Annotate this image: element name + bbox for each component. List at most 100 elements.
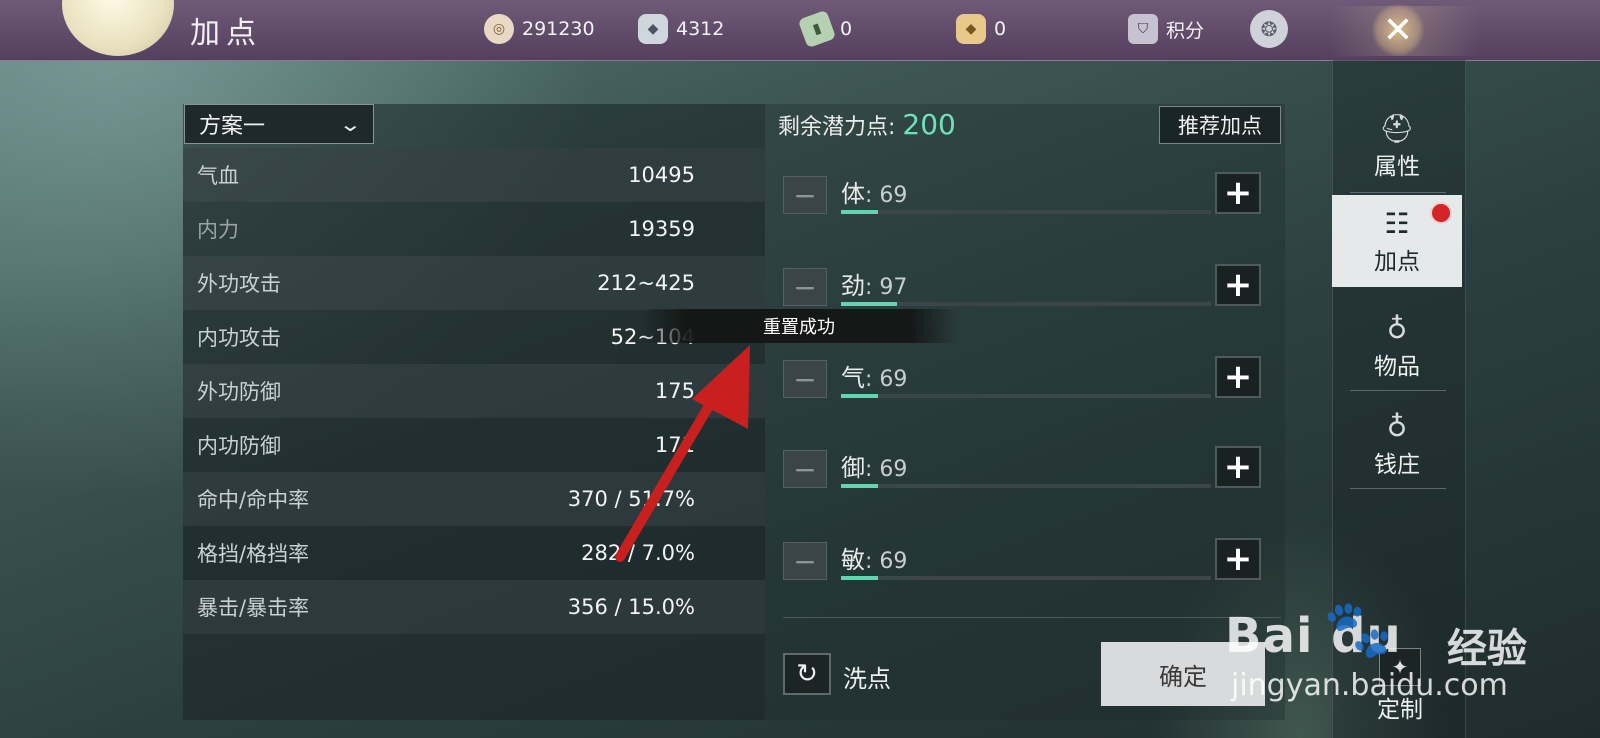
attribute-value: 69 <box>879 367 908 392</box>
attribute-bar <box>841 484 1211 488</box>
stat-name: 格挡/格挡率 <box>197 542 310 566</box>
side-nav-item-attributes[interactable]: ⛑ 属性 <box>1332 100 1462 192</box>
close-button[interactable]: ✕ <box>1370 4 1426 56</box>
attribute-label: 敏: 69 <box>841 540 907 575</box>
resource-silver[interactable]: ◆ 4312 <box>638 14 724 44</box>
attribute-bar-fill <box>841 210 878 214</box>
stat-row: 气血 10495 <box>183 148 765 202</box>
attribute-bar <box>841 210 1211 214</box>
recommend-button[interactable]: 推荐加点 <box>1159 106 1281 144</box>
stat-value: 10495 <box>628 163 695 187</box>
watermark-url: jingyan.baidu.com <box>1231 668 1508 703</box>
stat-value: 356 / 15.0% <box>567 595 695 619</box>
side-nav-item-bank[interactable]: ♁ 钱庄 <box>1332 398 1462 490</box>
remaining-points-value: 200 <box>902 108 956 141</box>
side-nav-item-items[interactable]: ♁ 物品 <box>1332 300 1462 392</box>
jade-icon[interactable]: ❂ <box>1250 10 1288 48</box>
resource-silver-value: 4312 <box>676 18 725 40</box>
gold-ingot-icon: ◆ <box>956 14 986 44</box>
resource-coin[interactable]: ◎ 291230 <box>484 14 595 44</box>
plus-button[interactable]: + <box>1215 264 1261 306</box>
attribute-label: 体: 69 <box>841 174 907 209</box>
stat-name: 暴击/暴击率 <box>197 596 310 620</box>
attribute-name: 气 <box>841 364 865 392</box>
minus-button[interactable]: − <box>783 268 827 306</box>
notification-dot <box>1430 202 1452 224</box>
scheme-dropdown[interactable]: 方案一 ⌄ <box>184 104 374 144</box>
silver-icon: ◆ <box>638 14 668 44</box>
remaining-points-label: 剩余潜力点: <box>778 115 896 140</box>
resource-gold[interactable]: ◆ 0 <box>956 14 1006 44</box>
stat-row: 内力 19359 <box>183 202 765 256</box>
attribute-name: 御 <box>841 454 865 482</box>
watermark-cn: 经验 <box>1447 626 1527 672</box>
attribute-value: 69 <box>879 549 908 574</box>
attribute-bar-fill <box>841 394 878 398</box>
nav-divider <box>1350 390 1446 391</box>
attribute-separator: : <box>865 275 880 300</box>
minus-button[interactable]: − <box>783 450 827 488</box>
minus-button[interactable]: − <box>783 542 827 580</box>
reset-label[interactable]: 洗点 <box>843 659 891 694</box>
bag-icon: ♁ <box>1386 311 1408 345</box>
resource-points[interactable]: ⛉ 积分 <box>1128 14 1204 44</box>
ticket-icon: ▮ <box>797 9 837 49</box>
coin-icon: ◎ <box>484 14 514 44</box>
paw-icon: 🐾 <box>1323 597 1393 662</box>
side-nav-label: 钱庄 <box>1374 452 1420 478</box>
nav-divider <box>1350 488 1446 489</box>
attribute-bar <box>841 302 1211 306</box>
stat-value: 19359 <box>628 217 695 241</box>
resource-ticket-value: 0 <box>840 18 853 40</box>
plus-button[interactable]: + <box>1215 446 1261 488</box>
remaining-points: 剩余潜力点: 200 <box>778 108 956 141</box>
attribute-row: − 体: 69 + <box>783 170 1263 220</box>
attribute-row: − 御: 69 + <box>783 444 1263 494</box>
scheme-selected-value: 方案一 <box>199 114 266 139</box>
resource-coin-value: 291230 <box>522 18 595 40</box>
attribute-bar-fill <box>841 484 878 488</box>
attribute-label: 气: 69 <box>841 358 907 393</box>
stat-row: 外功攻击 212~425 <box>183 256 765 310</box>
stat-name: 内功防御 <box>197 434 281 458</box>
hat-icon: ⛑ <box>1379 111 1415 145</box>
stat-name: 外功攻击 <box>197 272 281 296</box>
minus-button[interactable]: − <box>783 176 827 214</box>
shield-icon: ⛉ <box>1128 14 1158 44</box>
stat-name: 内力 <box>197 218 239 242</box>
attribute-separator: : <box>865 367 880 392</box>
nav-divider <box>1350 192 1446 193</box>
attribute-value: 69 <box>879 457 908 482</box>
stat-row: 暴击/暴击率 356 / 15.0% <box>183 580 765 634</box>
attribute-bar-fill <box>841 576 878 580</box>
attribute-label: 劲: 97 <box>841 266 907 301</box>
attribute-bar-fill <box>841 302 897 306</box>
attribute-separator: : <box>865 183 880 208</box>
attribute-bar <box>841 394 1211 398</box>
resource-points-label: 积分 <box>1166 19 1205 42</box>
stat-name: 外功防御 <box>197 380 281 404</box>
reset-icon[interactable]: ↻ <box>783 653 831 695</box>
top-bar: 加点 ◎ 291230 ◆ 4312 ▮ 0 ◆ 0 ⛉ 积分 ❂ ✕ <box>0 0 1600 61</box>
baidu-watermark: Bai du 🐾 经验 jingyan.baidu.com <box>1225 596 1595 716</box>
money-bag-icon: ♁ <box>1386 409 1408 443</box>
plus-button[interactable]: + <box>1215 538 1261 580</box>
attribute-value: 97 <box>879 275 908 300</box>
plus-button[interactable]: + <box>1215 356 1261 398</box>
side-nav-label: 物品 <box>1374 354 1420 380</box>
stat-name: 命中/命中率 <box>197 488 310 512</box>
attribute-row: − 敏: 69 + <box>783 536 1263 586</box>
resource-ticket[interactable]: ▮ 0 <box>797 9 853 49</box>
attribute-name: 体 <box>841 180 865 208</box>
stat-name: 内功攻击 <box>197 326 281 350</box>
attribute-label: 御: 69 <box>841 448 907 483</box>
minus-button[interactable]: − <box>783 360 827 398</box>
sliders-icon: ☷ <box>1384 206 1410 240</box>
arrow-shaft <box>615 382 725 562</box>
side-nav-label: 属性 <box>1374 154 1420 180</box>
stat-value: 212~425 <box>597 271 695 295</box>
moon-decoration <box>62 0 174 56</box>
plus-button[interactable]: + <box>1215 172 1261 214</box>
red-arrow-annotation <box>615 345 750 562</box>
attribute-row: − 劲: 97 + <box>783 262 1263 312</box>
